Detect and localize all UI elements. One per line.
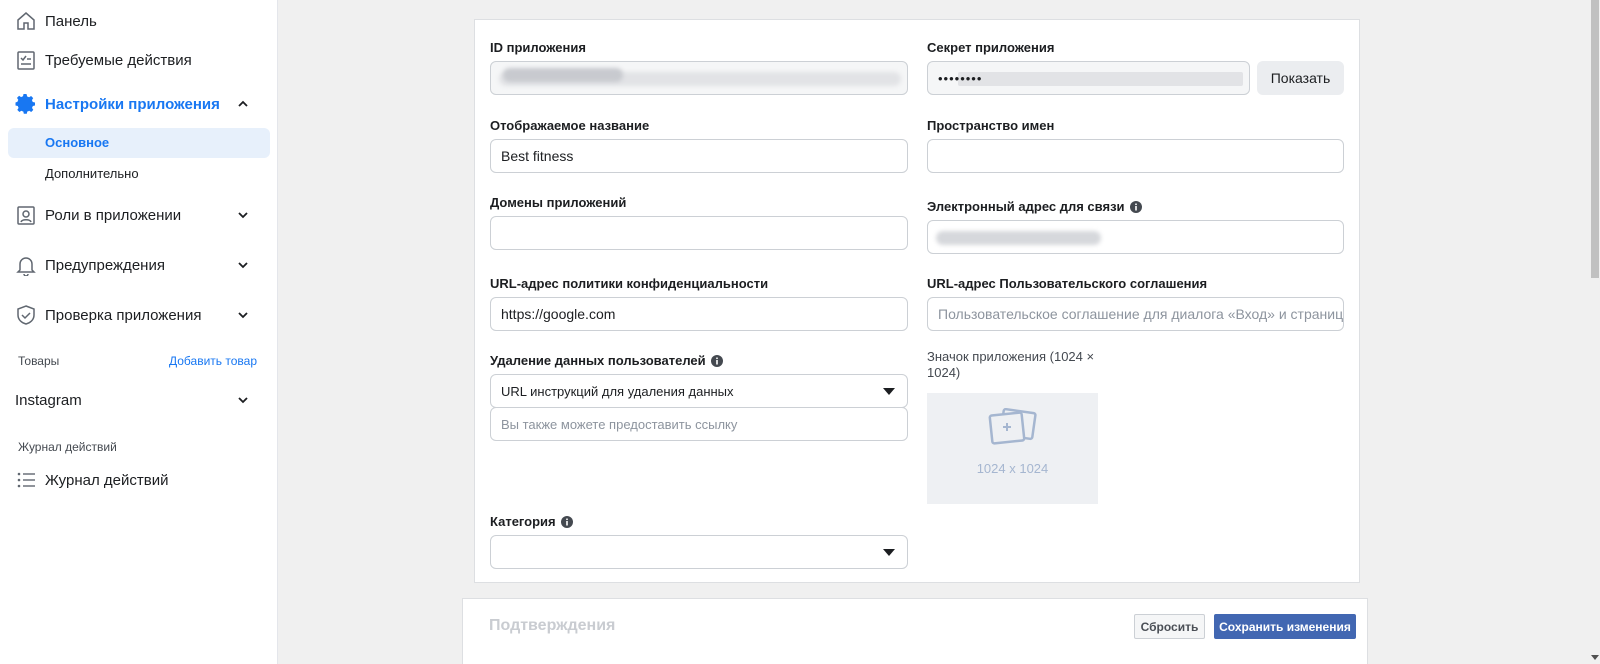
activity-log-section-label: Журнал действий xyxy=(18,440,117,454)
sidebar-item-label: Предупреждения xyxy=(45,256,165,274)
contact-email-field[interactable] xyxy=(927,220,1344,254)
basic-settings-panel: ID приложения Секрет приложения ••••••••… xyxy=(474,19,1360,583)
contact-email-label-text: Электронный адрес для связи xyxy=(927,199,1125,214)
app-secret-field[interactable]: •••••••• xyxy=(927,61,1250,95)
sidebar-item-label: Instagram xyxy=(15,391,82,409)
sidebar-item-label: Панель xyxy=(45,12,97,30)
chevron-down-icon xyxy=(236,308,250,322)
tos-url-field[interactable]: Пользовательское соглашение для диалога … xyxy=(927,297,1344,331)
info-icon[interactable] xyxy=(710,354,723,367)
sidebar-item-alerts[interactable]: Предупреждения xyxy=(0,249,278,281)
checklist-icon xyxy=(14,48,38,72)
sidebar-item-required-actions[interactable]: Требуемые действия xyxy=(0,44,278,76)
reset-button[interactable]: Сбросить xyxy=(1134,614,1205,639)
chevron-down-icon xyxy=(236,393,250,407)
app-secret-label: Секрет приложения xyxy=(927,40,1055,55)
show-secret-button[interactable]: Показать xyxy=(1257,61,1344,95)
namespace-field[interactable] xyxy=(927,139,1344,173)
confirmations-heading: Подтверждения xyxy=(489,617,616,634)
sidebar-item-app-settings[interactable]: Настройки приложения xyxy=(0,88,278,120)
data-deletion-label: Удаление данных пользователей xyxy=(490,353,723,368)
image-placeholder-icon xyxy=(988,408,1037,445)
scrollbar-thumb[interactable] xyxy=(1591,0,1599,278)
privacy-url-field[interactable]: https://google.com xyxy=(490,297,908,331)
sidebar-subitem-label: Основное xyxy=(45,135,110,150)
list-icon xyxy=(14,468,38,492)
app-domains-field[interactable] xyxy=(490,216,908,250)
user-badge-icon xyxy=(14,203,38,227)
scroll-down-arrow-icon[interactable] xyxy=(1591,655,1599,660)
sidebar-subitem-basic[interactable]: Основное xyxy=(8,128,270,158)
app-secret-value: •••••••• xyxy=(938,70,983,86)
data-deletion-label-text: Удаление данных пользователей xyxy=(490,353,706,368)
redacted-value xyxy=(503,68,623,82)
data-deletion-url-field[interactable]: Вы также можете предоставить ссылку xyxy=(490,407,908,441)
tos-url-label: URL-адрес Пользовательского соглашения xyxy=(927,276,1208,291)
products-section-label: Товары xyxy=(18,354,60,368)
display-name-label: Отображаемое название xyxy=(490,118,650,133)
chevron-down-icon xyxy=(236,208,250,222)
add-product-link[interactable]: Добавить товар xyxy=(169,354,257,368)
category-label: Категория xyxy=(490,514,573,529)
info-icon[interactable] xyxy=(1129,200,1142,213)
contact-email-label: Электронный адрес для связи xyxy=(927,199,1142,214)
sidebar: Панель Требуемые действия Настройки прил… xyxy=(0,0,278,664)
gear-icon xyxy=(14,92,38,116)
app-id-field[interactable] xyxy=(490,61,908,95)
redacted-value xyxy=(958,72,1243,86)
sidebar-item-label: Настройки приложения xyxy=(45,95,220,113)
app-icon-label: Значок приложения (1024 × 1024) xyxy=(927,349,1095,380)
save-bar: Подтверждения Сбросить Сохранить изменен… xyxy=(462,598,1368,664)
shield-check-icon xyxy=(14,303,38,327)
app-domains-label: Домены приложений xyxy=(490,195,627,210)
sidebar-item-label: Требуемые действия xyxy=(45,51,192,69)
home-icon xyxy=(14,9,38,33)
category-label-text: Категория xyxy=(490,514,556,529)
sidebar-subitem-advanced[interactable]: Дополнительно xyxy=(8,159,270,189)
app-icon-size-text: 1024 x 1024 xyxy=(976,461,1049,476)
data-deletion-select[interactable]: URL инструкций для удаления данных xyxy=(490,374,908,408)
sidebar-item-activity-log[interactable]: Журнал действий xyxy=(0,464,278,496)
bell-icon xyxy=(14,253,38,277)
category-select[interactable] xyxy=(490,535,908,569)
sidebar-item-label: Журнал действий xyxy=(45,471,169,489)
save-changes-button[interactable]: Сохранить изменения xyxy=(1214,614,1356,639)
display-name-field[interactable]: Best fitness xyxy=(490,139,908,173)
sidebar-item-app-review[interactable]: Проверка приложения xyxy=(0,299,278,331)
sidebar-item-label: Роли в приложении xyxy=(45,206,182,224)
sidebar-item-dashboard[interactable]: Панель xyxy=(0,5,278,37)
app-icon-upload[interactable]: 1024 x 1024 xyxy=(927,393,1098,504)
page-scrollbar[interactable] xyxy=(1590,0,1600,664)
caret-down-icon xyxy=(883,388,895,395)
sidebar-subitem-label: Дополнительно xyxy=(45,166,139,181)
sidebar-item-app-roles[interactable]: Роли в приложении xyxy=(0,199,278,231)
sidebar-item-instagram[interactable]: Instagram xyxy=(0,384,278,416)
chevron-down-icon xyxy=(236,258,250,272)
chevron-up-icon xyxy=(236,97,250,111)
caret-down-icon xyxy=(883,549,895,556)
redacted-value xyxy=(936,231,1101,245)
sidebar-item-label: Проверка приложения xyxy=(45,306,202,324)
namespace-label: Пространство имен xyxy=(927,118,1055,133)
privacy-url-label: URL-адрес политики конфиденциальности xyxy=(490,276,769,291)
app-id-label: ID приложения xyxy=(490,40,586,55)
data-deletion-select-value: URL инструкций для удаления данных xyxy=(501,383,734,399)
info-icon[interactable] xyxy=(560,515,573,528)
